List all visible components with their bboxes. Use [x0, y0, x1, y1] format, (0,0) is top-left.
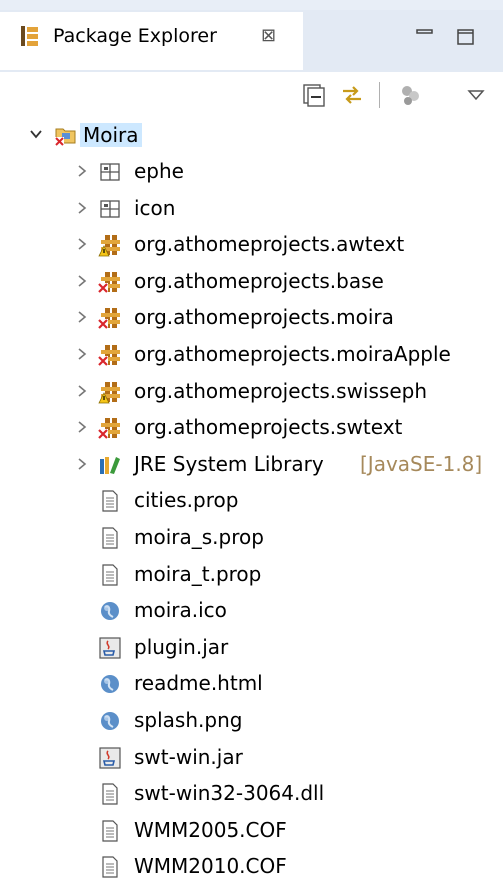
chevron-right-icon[interactable]: [75, 201, 89, 215]
text-file-icon: [98, 526, 122, 550]
source-folder-error-icon: [98, 343, 122, 367]
source-folder-error-icon: [98, 416, 122, 440]
tree-row[interactable]: cities.prop: [0, 484, 503, 518]
tree-item-label: WMM2005.COF: [134, 818, 287, 842]
tree-item-label: swt-win.jar: [134, 745, 243, 769]
chevron-right-icon[interactable]: [75, 457, 89, 471]
tree-row[interactable]: moira_s.prop: [0, 521, 503, 555]
tree-row[interactable]: ephe: [0, 155, 503, 189]
tree-row[interactable]: org.athomeprojects.awtext: [0, 228, 503, 262]
view-menu-icon[interactable]: [463, 82, 489, 108]
tree-item-label: icon: [134, 196, 176, 220]
tree-row[interactable]: org.athomeprojects.moiraApple: [0, 338, 503, 372]
chevron-right-icon[interactable]: [75, 384, 89, 398]
chevron-down-icon[interactable]: [29, 127, 43, 141]
chevron-right-icon[interactable]: [75, 420, 89, 434]
link-with-editor-icon[interactable]: [339, 82, 365, 108]
tree-row[interactable]: moira.ico: [0, 594, 503, 628]
java-project-error-icon: [55, 128, 76, 146]
globe-file-icon: [98, 599, 122, 623]
tree-row[interactable]: JRE System Library [JavaSE-1.8]: [0, 448, 503, 482]
tree-row-project[interactable]: Moira: [0, 118, 503, 152]
folder-package-icon: [98, 160, 122, 184]
globe-file-icon: [98, 672, 122, 696]
text-file-icon: [98, 855, 122, 879]
filter-icon[interactable]: [398, 82, 424, 108]
text-file-icon: [98, 489, 122, 513]
tree-item-label: org.athomeprojects.moira: [134, 305, 394, 329]
tree-item-label: readme.html: [134, 671, 263, 695]
tree-row[interactable]: org.athomeprojects.swtext: [0, 411, 503, 445]
tree-item-label: WMM2010.COF: [134, 854, 287, 878]
tree-item-label: moira.ico: [134, 598, 227, 622]
tree-row[interactable]: moira_t.prop: [0, 558, 503, 592]
text-file-icon: [98, 563, 122, 587]
source-folder-error-icon: [98, 270, 122, 294]
minimize-icon[interactable]: [414, 26, 436, 48]
tree-item-label: org.athomeprojects.moiraApple: [134, 342, 451, 366]
text-file-icon: [98, 819, 122, 843]
maximize-icon[interactable]: [455, 26, 477, 48]
tree-item-label: org.athomeprojects.awtext: [134, 232, 405, 256]
tree-row[interactable]: org.athomeprojects.moira: [0, 301, 503, 335]
project-label: Moira: [80, 123, 142, 147]
tree-row[interactable]: org.athomeprojects.base: [0, 265, 503, 299]
tree-item-decoration: [JavaSE-1.8]: [360, 452, 483, 476]
tree-item-label: plugin.jar: [134, 635, 229, 659]
window-top-strip: [0, 0, 503, 10]
text-file-icon: [98, 782, 122, 806]
jar-file-icon: [98, 636, 122, 660]
globe-file-icon: [98, 709, 122, 733]
tree-row[interactable]: WMM2005.COF: [0, 814, 503, 848]
tree-item-label: cities.prop: [134, 488, 239, 512]
chevron-right-icon[interactable]: [75, 274, 89, 288]
tree-row[interactable]: WMM2010.COF: [0, 850, 503, 884]
source-folder-warning-icon: [98, 233, 122, 257]
tree-item-label: JRE System Library: [134, 452, 324, 476]
view-title: Package Explorer: [53, 25, 217, 47]
tree-row[interactable]: swt-win32-3064.dll: [0, 777, 503, 811]
tree-item-label: splash.png: [134, 708, 243, 732]
chevron-right-icon[interactable]: [75, 310, 89, 324]
tree-item-label: moira_t.prop: [134, 562, 262, 586]
collapse-all-icon[interactable]: [301, 82, 327, 108]
source-folder-warning-icon: [98, 380, 122, 404]
tree-item-label: org.athomeprojects.swtext: [134, 415, 403, 439]
tree-row[interactable]: plugin.jar: [0, 631, 503, 665]
package-explorer-icon: [21, 26, 38, 46]
chevron-right-icon[interactable]: [75, 347, 89, 361]
tree-item-label: ephe: [134, 159, 184, 183]
library-icon: [98, 453, 122, 477]
chevron-right-icon[interactable]: [75, 237, 89, 251]
tree-item-label: swt-win32-3064.dll: [134, 781, 325, 805]
source-folder-error-icon: [98, 306, 122, 330]
tree-item-label: org.athomeprojects.base: [134, 269, 384, 293]
chevron-right-icon[interactable]: [75, 164, 89, 178]
tree-item-label: org.athomeprojects.swisseph: [134, 379, 427, 403]
jar-file-icon: [98, 746, 122, 770]
tree-row[interactable]: icon: [0, 192, 503, 226]
tree-row[interactable]: swt-win.jar: [0, 741, 503, 775]
tree-row[interactable]: splash.png: [0, 704, 503, 738]
tree-row[interactable]: readme.html: [0, 667, 503, 701]
toolbar-separator: [379, 82, 380, 108]
folder-package-icon: [98, 197, 122, 221]
close-tab-icon[interactable]: ⊠: [261, 26, 276, 46]
tree-item-label: moira_s.prop: [134, 525, 264, 549]
tree-row[interactable]: org.athomeprojects.swisseph: [0, 375, 503, 409]
